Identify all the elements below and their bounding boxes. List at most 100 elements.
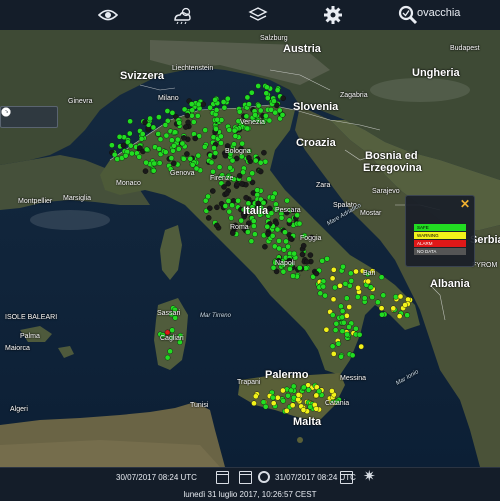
station-marker[interactable] [344,312,350,319]
station-marker[interactable] [295,396,301,403]
station-marker[interactable] [279,112,286,118]
station-marker[interactable] [252,231,258,237]
station-marker[interactable] [228,215,234,221]
station-marker[interactable] [349,352,356,359]
station-marker[interactable] [138,136,145,142]
station-marker[interactable] [375,299,381,306]
station-marker[interactable] [330,296,337,303]
station-marker[interactable] [323,326,330,333]
station-marker[interactable] [185,119,191,126]
station-marker[interactable] [369,294,376,301]
station-marker[interactable] [184,151,190,157]
station-marker[interactable] [194,113,201,119]
station-marker[interactable] [289,402,296,409]
station-marker[interactable] [210,168,216,175]
station-marker[interactable] [231,127,238,134]
station-marker[interactable] [156,114,162,120]
station-marker[interactable] [296,220,303,227]
station-marker[interactable] [244,94,251,101]
station-marker[interactable] [202,197,209,204]
station-marker[interactable] [188,101,195,107]
station-marker[interactable] [266,117,273,124]
station-marker[interactable] [340,319,347,326]
station-marker[interactable] [299,251,306,258]
station-marker[interactable] [339,314,346,321]
station-marker[interactable] [164,354,171,361]
station-marker[interactable] [157,136,164,143]
station-marker[interactable] [264,95,271,101]
station-marker[interactable] [195,152,202,159]
station-marker[interactable] [257,107,264,114]
station-marker[interactable] [212,150,219,156]
station-marker[interactable] [271,98,277,104]
station-marker[interactable] [255,83,262,89]
station-marker[interactable] [181,135,187,141]
station-marker[interactable] [252,112,258,118]
station-marker[interactable] [179,140,186,147]
station-marker[interactable] [127,142,134,149]
station-marker[interactable] [136,154,142,160]
station-marker[interactable] [202,127,208,133]
station-marker[interactable] [213,222,220,229]
station-marker[interactable] [329,275,336,282]
station-marker[interactable] [213,126,219,132]
station-marker[interactable] [270,394,276,401]
station-marker[interactable] [207,104,213,111]
station-marker[interactable] [229,230,236,236]
station-marker[interactable] [307,404,314,410]
station-marker[interactable] [281,246,287,253]
station-marker[interactable] [324,255,330,262]
station-marker[interactable] [379,311,385,318]
station-marker[interactable] [222,203,229,209]
station-marker[interactable] [229,202,235,209]
station-marker[interactable] [221,184,227,190]
station-marker[interactable] [330,351,337,357]
station-marker[interactable] [280,397,287,404]
station-marker[interactable] [189,161,196,168]
station-marker[interactable] [313,270,320,277]
station-marker[interactable] [220,99,227,105]
station-marker[interactable] [269,233,276,239]
station-marker[interactable] [337,282,343,289]
station-marker[interactable] [169,110,176,116]
station-marker[interactable] [313,405,320,412]
station-marker[interactable] [354,294,361,300]
station-marker[interactable] [262,158,269,165]
station-marker[interactable] [342,280,349,287]
station-marker[interactable] [225,198,232,204]
station-marker[interactable] [287,266,293,272]
station-marker[interactable] [229,157,236,164]
station-marker[interactable] [251,223,257,229]
station-marker[interactable] [365,278,372,285]
station-marker[interactable] [329,388,335,394]
station-marker[interactable] [319,258,326,264]
station-marker[interactable] [286,217,293,224]
station-marker[interactable] [172,129,178,135]
station-marker[interactable] [338,353,344,360]
station-marker[interactable] [274,394,281,401]
station-marker[interactable] [300,407,307,413]
station-marker[interactable] [285,392,291,399]
station-marker[interactable] [170,148,176,154]
end-date-calendar-icon[interactable] [340,471,353,484]
station-marker[interactable] [109,142,115,148]
station-marker[interactable] [116,134,123,140]
station-marker[interactable] [155,131,161,137]
station-marker[interactable] [139,131,146,137]
start-calendar-icon[interactable] [216,471,229,484]
clock-icon[interactable] [258,471,270,483]
station-marker[interactable] [248,238,255,244]
station-marker[interactable] [187,156,194,162]
station-marker[interactable] [127,130,133,137]
end-calendar-icon[interactable] [239,471,252,484]
station-marker[interactable] [347,270,354,277]
station-marker[interactable] [280,387,286,394]
station-marker[interactable] [282,229,288,235]
station-marker[interactable] [346,304,353,310]
station-marker[interactable] [274,87,281,93]
station-marker[interactable] [358,343,365,350]
station-marker[interactable] [304,258,310,265]
station-marker[interactable] [114,156,120,162]
station-marker[interactable] [214,204,220,211]
station-marker[interactable] [317,290,324,297]
